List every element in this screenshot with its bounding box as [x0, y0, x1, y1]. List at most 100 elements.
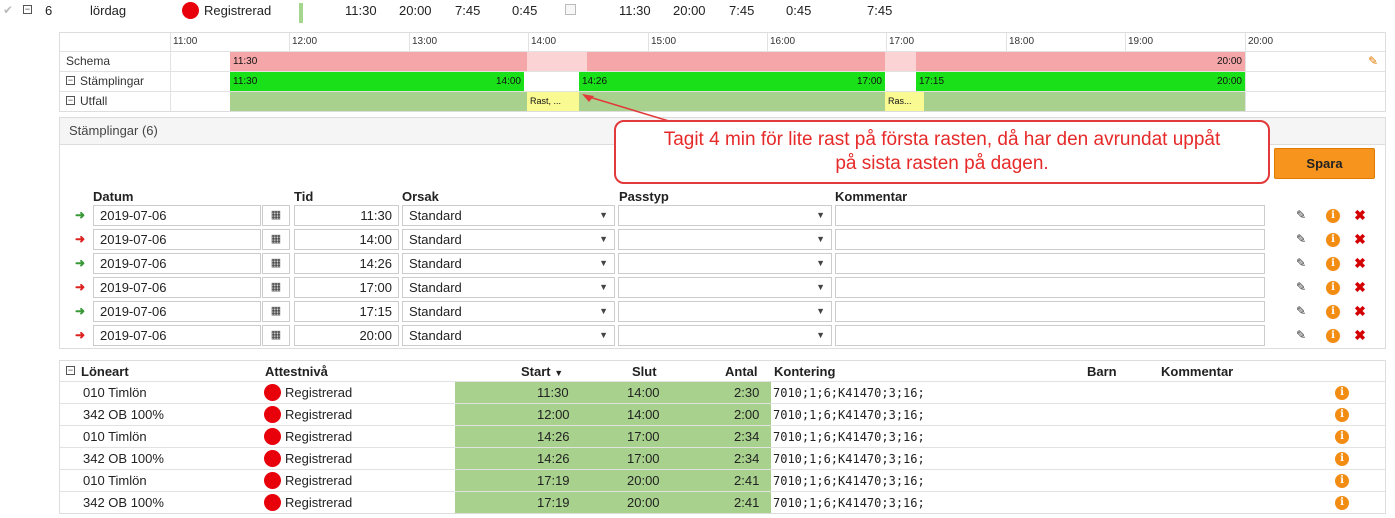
th-kommentar[interactable]: Kommentar	[1161, 364, 1233, 379]
comment-input[interactable]	[835, 301, 1265, 322]
edit-icon[interactable]: ✎	[1294, 232, 1308, 246]
info-icon[interactable]: i	[1326, 329, 1340, 343]
info-icon[interactable]: i	[1326, 233, 1340, 247]
info-icon[interactable]: i	[1326, 257, 1340, 271]
save-button[interactable]: Spara	[1274, 148, 1375, 179]
delete-icon[interactable]: ✖	[1353, 208, 1367, 222]
utfall-break[interactable]: Rast, ...	[527, 92, 579, 111]
collapse-toggle[interactable]: −	[66, 96, 75, 105]
date-input[interactable]: 2019-07-06	[93, 325, 261, 346]
arrow-out-icon: ➜	[75, 328, 86, 342]
reason-select[interactable]: Standard ▼	[402, 301, 615, 322]
date-input[interactable]: 2019-07-06	[93, 205, 261, 226]
reason-select[interactable]: Standard ▼	[402, 277, 615, 298]
edit-icon[interactable]: ✎	[1294, 280, 1308, 294]
stamp-bar[interactable]: 11:30 14:00	[230, 72, 524, 91]
time-input[interactable]: 17:15	[294, 301, 399, 322]
day-total: 7:45	[867, 3, 893, 18]
th-barn[interactable]: Barn	[1087, 364, 1117, 379]
edit-icon[interactable]: ✎	[1294, 256, 1308, 270]
info-icon[interactable]: i	[1335, 452, 1349, 466]
table-row[interactable]: 342 OB 100% Registrerad 17:19 20:00 2:41…	[60, 491, 1385, 513]
status-text: Registrerad	[204, 3, 272, 18]
collapse-toggle[interactable]: −	[66, 76, 75, 85]
th-kontering[interactable]: Kontering	[774, 364, 835, 379]
info-icon[interactable]: i	[1335, 474, 1349, 488]
edit-icon[interactable]: ✎	[1294, 328, 1308, 342]
passtyp-select[interactable]: ▼	[618, 229, 832, 250]
pencil-icon[interactable]: ✎	[1368, 54, 1378, 68]
info-icon[interactable]: i	[1326, 209, 1340, 223]
time-input[interactable]: 14:26	[294, 253, 399, 274]
day-row: ✔ − 6 lördag Registrerad 11:30 20:00 7:4…	[0, 0, 1395, 23]
th-antal[interactable]: Antal	[725, 364, 758, 379]
time-input[interactable]: 17:00	[294, 277, 399, 298]
table-row[interactable]: 010 Timlön Registrerad 17:19 20:00 2:41 …	[60, 469, 1385, 491]
date-input[interactable]: 2019-07-06	[93, 229, 261, 250]
date-input[interactable]: 2019-07-06	[93, 253, 261, 274]
info-icon[interactable]: i	[1335, 408, 1349, 422]
passtyp-select[interactable]: ▼	[618, 205, 832, 226]
reason-select[interactable]: Standard ▼	[402, 325, 615, 346]
day-end-2: 20:00	[673, 3, 706, 18]
edit-icon[interactable]: ✎	[1294, 304, 1308, 318]
info-icon[interactable]: i	[1335, 496, 1349, 510]
passtyp-select[interactable]: ▼	[618, 301, 832, 322]
delete-icon[interactable]: ✖	[1353, 304, 1367, 318]
cell-kontering: 7010;1;6;K41470;3;16;	[773, 452, 925, 466]
reason-select[interactable]: Standard ▼	[402, 253, 615, 274]
passtyp-select[interactable]: ▼	[618, 253, 832, 274]
table-row[interactable]: 342 OB 100% Registrerad 14:26 17:00 2:34…	[60, 447, 1385, 469]
calendar-icon[interactable]: ▦	[262, 277, 290, 298]
reason-select[interactable]: Standard ▼	[402, 229, 615, 250]
delete-icon[interactable]: ✖	[1353, 256, 1367, 270]
comment-input[interactable]	[835, 205, 1265, 226]
table-row[interactable]: 342 OB 100% Registrerad 12:00 14:00 2:00…	[60, 403, 1385, 425]
day-checkbox[interactable]	[565, 4, 576, 15]
collapse-toggle[interactable]: −	[66, 366, 75, 375]
date-input[interactable]: 2019-07-06	[93, 301, 261, 322]
edit-icon[interactable]: ✎	[1294, 208, 1308, 222]
comment-input[interactable]	[835, 229, 1265, 250]
cell-kontering: 7010;1;6;K41470;3;16;	[773, 430, 925, 444]
hour-label: 18:00	[1009, 36, 1035, 47]
info-icon[interactable]: i	[1335, 386, 1349, 400]
th-loneart[interactable]: Löneart	[81, 364, 129, 379]
th-attestniva[interactable]: Attestnivå	[265, 364, 328, 379]
date-input[interactable]: 2019-07-06	[93, 277, 261, 298]
comment-input[interactable]	[835, 325, 1265, 346]
collapse-toggle[interactable]: −	[23, 5, 32, 14]
info-icon[interactable]: i	[1326, 305, 1340, 319]
table-row[interactable]: 010 Timlön Registrerad 11:30 14:00 2:30 …	[60, 381, 1385, 403]
time-input[interactable]: 14:00	[294, 229, 399, 250]
week-number: 6	[45, 3, 53, 18]
delete-icon[interactable]: ✖	[1353, 232, 1367, 246]
info-icon[interactable]: i	[1335, 430, 1349, 444]
passtyp-select[interactable]: ▼	[618, 325, 832, 346]
calendar-icon[interactable]: ▦	[262, 301, 290, 322]
cell-count: 2:00	[734, 407, 760, 422]
calendar-icon[interactable]: ▦	[262, 253, 290, 274]
calendar-icon[interactable]: ▦	[262, 325, 290, 346]
stamp-bar[interactable]: 14:26 17:00	[579, 72, 885, 91]
th-slut[interactable]: Slut	[632, 364, 657, 379]
time-input[interactable]: 11:30	[294, 205, 399, 226]
delete-icon[interactable]: ✖	[1353, 280, 1367, 294]
cell-count: 2:41	[734, 495, 760, 510]
chevron-down-icon: ▼	[816, 330, 825, 340]
th-start[interactable]: Start ▼	[521, 364, 563, 379]
reason-select[interactable]: Standard ▼	[402, 205, 615, 226]
delete-icon[interactable]: ✖	[1353, 328, 1367, 342]
time-input[interactable]: 20:00	[294, 325, 399, 346]
table-row[interactable]: 010 Timlön Registrerad 14:26 17:00 2:34 …	[60, 425, 1385, 447]
cell-status: Registrerad	[285, 451, 353, 466]
stamp-bar[interactable]: 17:15 20:00	[916, 72, 1245, 91]
comment-input[interactable]	[835, 253, 1265, 274]
calendar-icon[interactable]: ▦	[262, 229, 290, 250]
chevron-down-icon: ▼	[816, 258, 825, 268]
calendar-icon[interactable]: ▦	[262, 205, 290, 226]
passtyp-select[interactable]: ▼	[618, 277, 832, 298]
utfall-break[interactable]: Ras...	[885, 92, 924, 111]
comment-input[interactable]	[835, 277, 1265, 298]
info-icon[interactable]: i	[1326, 281, 1340, 295]
